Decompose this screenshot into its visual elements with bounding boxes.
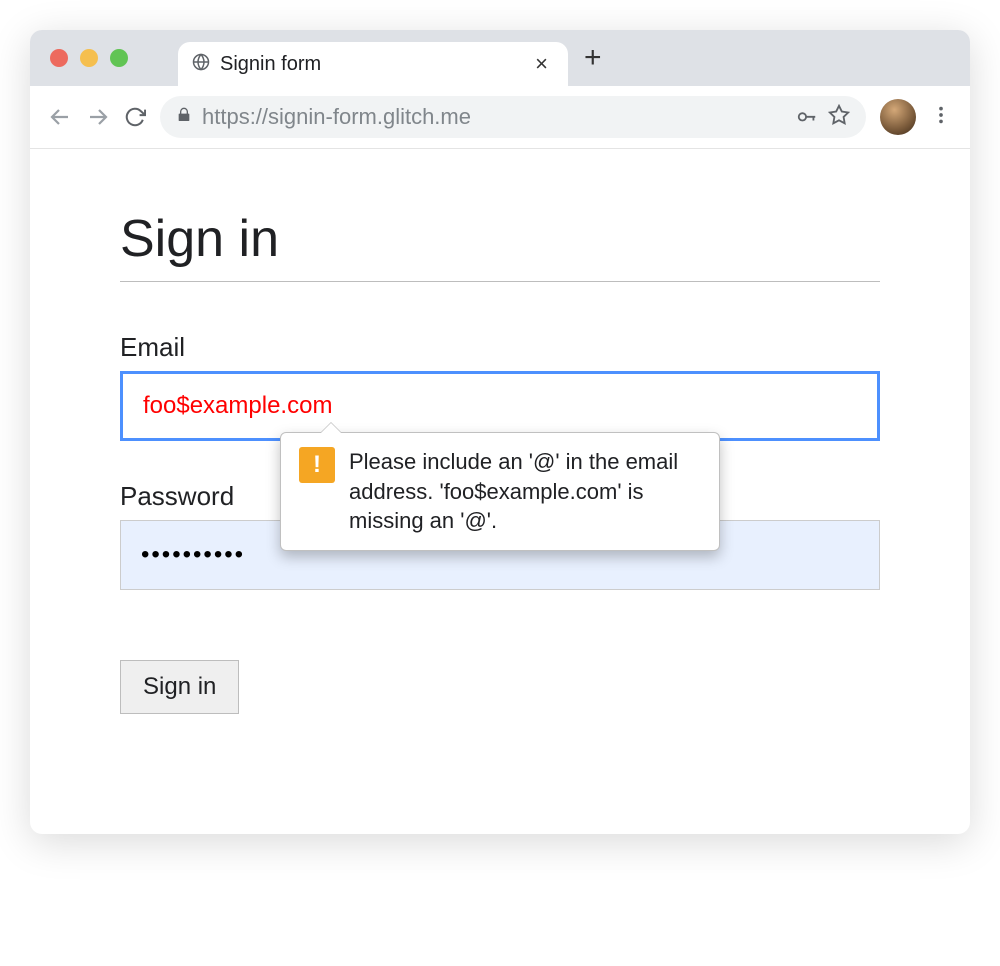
email-input[interactable] [120, 371, 880, 441]
window-titlebar: Signin form × + [30, 30, 970, 86]
back-button[interactable] [48, 105, 72, 129]
browser-toolbar: https://signin-form.glitch.me [30, 86, 970, 149]
url-text: https://signin-form.glitch.me [202, 104, 786, 130]
browser-menu-button[interactable] [930, 104, 952, 131]
new-tab-button[interactable]: + [568, 43, 618, 73]
traffic-lights [30, 49, 148, 67]
globe-icon [192, 53, 210, 76]
minimize-window-button[interactable] [80, 49, 98, 67]
tab-title: Signin form [220, 53, 519, 76]
maximize-window-button[interactable] [110, 49, 128, 67]
signin-button[interactable]: Sign in [120, 660, 239, 714]
profile-avatar[interactable] [880, 99, 916, 135]
close-window-button[interactable] [50, 49, 68, 67]
email-field-block: Email ! Please include an '@' in the ema… [120, 332, 880, 441]
reload-button[interactable] [124, 106, 146, 128]
address-bar[interactable]: https://signin-form.glitch.me [160, 96, 866, 138]
lock-icon [176, 107, 192, 128]
tab-close-button[interactable]: × [529, 51, 554, 77]
browser-tab[interactable]: Signin form × [178, 42, 568, 86]
key-icon[interactable] [796, 104, 818, 131]
forward-button[interactable] [86, 105, 110, 129]
email-label: Email [120, 332, 880, 363]
browser-window: Signin form × + https://signin-form.glit… [30, 30, 970, 834]
validation-tooltip: ! Please include an '@' in the email add… [280, 432, 720, 551]
page-content: Sign in Email ! Please include an '@' in… [30, 149, 970, 834]
warning-icon: ! [299, 447, 335, 483]
page-title: Sign in [120, 209, 880, 282]
tooltip-message: Please include an '@' in the email addre… [349, 447, 701, 536]
bookmark-star-icon[interactable] [828, 104, 850, 131]
